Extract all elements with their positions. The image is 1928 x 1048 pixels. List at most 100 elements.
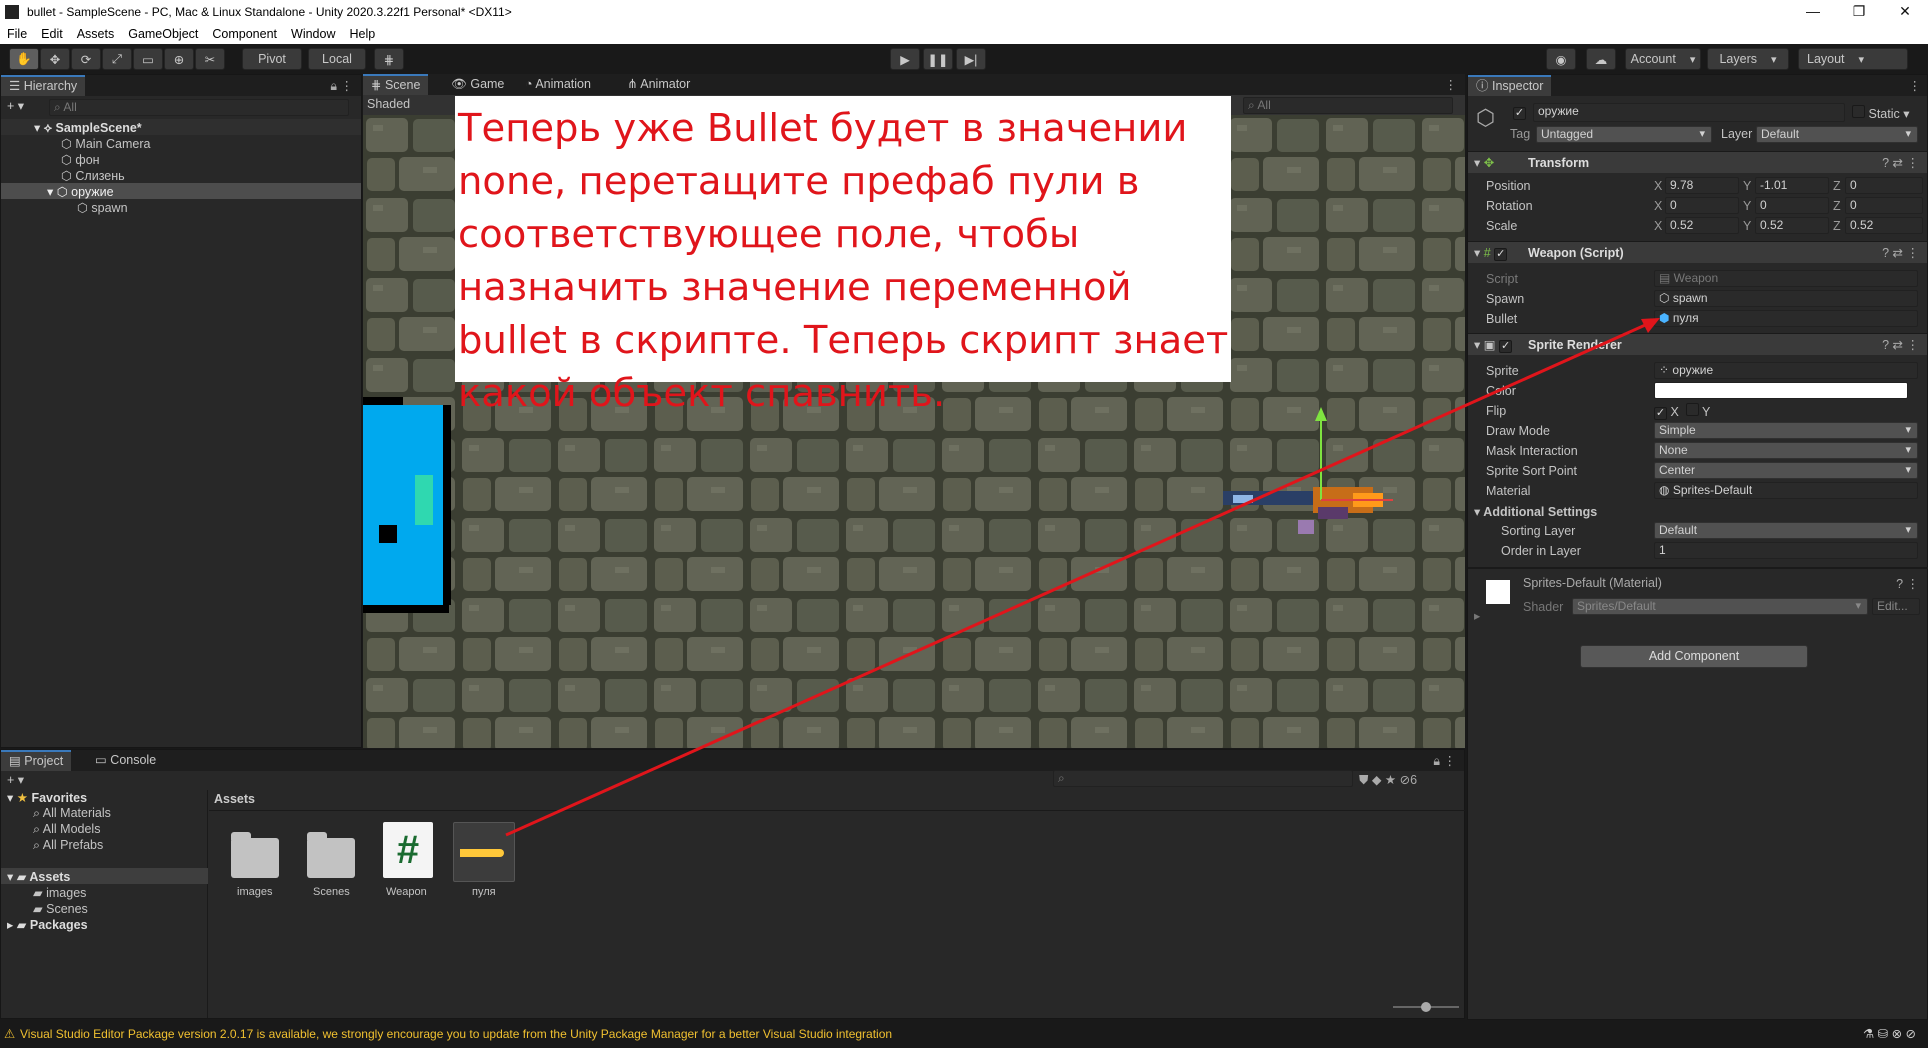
- menu-gameobject[interactable]: GameObject: [121, 27, 205, 41]
- project-create-button[interactable]: + ▾: [7, 772, 24, 787]
- grid-item-scenes[interactable]: Scenes: [313, 886, 350, 898]
- close-button[interactable]: ✕: [1882, 0, 1928, 24]
- menu-component[interactable]: Component: [205, 27, 284, 41]
- scene-search-input[interactable]: ⌕ All: [1243, 97, 1453, 114]
- grid-item-weapon[interactable]: Weapon: [386, 886, 427, 898]
- grid-item-images[interactable]: images: [237, 886, 272, 898]
- fav-all-prefabs[interactable]: ⌕ All Prefabs: [33, 838, 103, 853]
- hierarchy-item-main-camera[interactable]: ⬡ Main Camera: [61, 136, 150, 151]
- add-component-button[interactable]: Add Component: [1580, 645, 1808, 668]
- position-y[interactable]: -1.01: [1755, 177, 1829, 194]
- scale-tool-icon[interactable]: ⤢: [102, 48, 132, 70]
- shader-dropdown[interactable]: Sprites/Default: [1572, 598, 1868, 615]
- static-checkbox[interactable]: [1852, 105, 1865, 118]
- rotation-x[interactable]: 0: [1665, 197, 1739, 214]
- minimize-button[interactable]: —: [1790, 0, 1836, 24]
- color-swatch[interactable]: [1654, 382, 1908, 399]
- create-button[interactable]: + ▾: [7, 98, 24, 113]
- csharp-script-icon[interactable]: #: [383, 822, 433, 878]
- tab-scene[interactable]: ⋕ Scene: [363, 74, 429, 95]
- rect-tool-icon[interactable]: ▭: [133, 48, 163, 70]
- menu-window[interactable]: Window: [284, 27, 342, 41]
- cloud-icon[interactable]: ☁: [1586, 48, 1616, 70]
- hierarchy-search-input[interactable]: ⌕ All: [49, 99, 349, 116]
- maximize-button[interactable]: ❐: [1836, 0, 1882, 24]
- tab-inspector[interactable]: ⓘ Inspector: [1468, 75, 1552, 96]
- menu-assets[interactable]: Assets: [70, 27, 122, 41]
- sprite-renderer-header[interactable]: ▾ ▣ ✓ Sprite Renderer ? ⇄ ⋮: [1468, 333, 1927, 355]
- lock-icon[interactable]: 🔒︎ ⋮: [330, 78, 353, 94]
- move-tool-icon[interactable]: ✥: [40, 48, 70, 70]
- assets-folder[interactable]: ▾ ▰ Assets: [7, 869, 70, 884]
- hierarchy-item-weapon[interactable]: ▾ ⬡ оружие: [47, 184, 114, 199]
- rotation-z[interactable]: 0: [1845, 197, 1923, 214]
- material-menu-icon[interactable]: ? ⋮: [1896, 576, 1919, 591]
- pause-button[interactable]: ❚❚: [923, 48, 953, 70]
- transform-header[interactable]: ▾ ✥ Transform ? ⇄ ⋮: [1468, 151, 1927, 173]
- zoom-slider-handle[interactable]: [1421, 1002, 1431, 1012]
- bullet-object-field[interactable]: ⬢ пуля: [1654, 310, 1918, 327]
- favorites-foldout[interactable]: ▾ ★ Favorites: [7, 790, 87, 805]
- local-toggle[interactable]: Local: [308, 48, 366, 70]
- breadcrumb[interactable]: Assets: [214, 792, 255, 806]
- hand-tool-icon[interactable]: ✋: [9, 48, 39, 70]
- draw-mode-dropdown[interactable]: Simple: [1654, 422, 1918, 439]
- grid-snap-icon[interactable]: ⋕: [374, 48, 404, 70]
- hierarchy-item-spawn[interactable]: ⬡ spawn: [77, 200, 128, 215]
- shader-edit-button[interactable]: Edit...: [1872, 598, 1920, 615]
- tab-game[interactable]: 👁︎ Game: [443, 74, 512, 95]
- scale-y[interactable]: 0.52: [1755, 217, 1829, 234]
- rotate-tool-icon[interactable]: ⟳: [71, 48, 101, 70]
- weapon-script-header[interactable]: ▾ # ✓ Weapon (Script) ? ⇄ ⋮: [1468, 241, 1927, 263]
- step-button[interactable]: ▶|: [956, 48, 986, 70]
- menu-file[interactable]: File: [0, 27, 34, 41]
- additional-settings-foldout[interactable]: ▾ Additional Settings: [1474, 504, 1597, 519]
- component-menu-icon[interactable]: ? ⇄ ⋮: [1882, 245, 1919, 260]
- folder-scenes[interactable]: ▰ Scenes: [33, 901, 88, 916]
- mask-interaction-dropdown[interactable]: None: [1654, 442, 1918, 459]
- fav-all-materials[interactable]: ⌕ All Materials: [33, 806, 111, 821]
- spawn-object-field[interactable]: ⬡ spawn: [1654, 290, 1918, 307]
- shading-mode-dropdown[interactable]: Shaded: [367, 97, 410, 111]
- project-search-input[interactable]: ⌕: [1053, 770, 1353, 787]
- component-menu-icon[interactable]: ? ⇄ ⋮: [1882, 337, 1919, 352]
- rotation-y[interactable]: 0: [1755, 197, 1829, 214]
- play-button[interactable]: ▶: [890, 48, 920, 70]
- tab-animation[interactable]: ◔ Animation: [517, 74, 599, 95]
- tab-console[interactable]: ▭ Console: [87, 750, 164, 771]
- scene-root[interactable]: ▾ ⟡ SampleScene*: [34, 120, 142, 136]
- grid-item-bullet[interactable]: пуля: [472, 886, 496, 898]
- tab-project[interactable]: ▤ Project: [1, 750, 72, 771]
- transform-tool-icon[interactable]: ⊕: [164, 48, 194, 70]
- layout-dropdown[interactable]: Layout: [1798, 48, 1908, 70]
- collab-icon[interactable]: ◉: [1546, 48, 1576, 70]
- scale-z[interactable]: 0.52: [1845, 217, 1923, 234]
- folder-images[interactable]: ▰ images: [33, 885, 86, 900]
- scene-menu-icon[interactable]: ⋮: [1445, 77, 1458, 92]
- packages-folder[interactable]: ▸ ▰ Packages: [7, 917, 88, 932]
- layer-dropdown[interactable]: Default: [1756, 126, 1918, 143]
- inspector-lock-icon[interactable]: ⋮: [1909, 78, 1922, 93]
- tag-dropdown[interactable]: Untagged: [1536, 126, 1712, 143]
- menu-edit[interactable]: Edit: [34, 27, 70, 41]
- bullet-prefab-icon[interactable]: [453, 822, 515, 882]
- order-in-layer-input[interactable]: 1: [1654, 542, 1918, 559]
- status-icons[interactable]: ⚗ ⛁ ⊗ ⊘: [1863, 1026, 1916, 1041]
- sprite-field[interactable]: ⁘ оружие: [1654, 362, 1918, 379]
- tab-hierarchy[interactable]: ☰ Hierarchy: [1, 75, 86, 96]
- pivot-toggle[interactable]: Pivot: [242, 48, 302, 70]
- menu-help[interactable]: Help: [342, 27, 382, 41]
- active-checkbox[interactable]: ✓: [1513, 107, 1526, 120]
- folder-icon[interactable]: [231, 832, 279, 878]
- fav-all-models[interactable]: ⌕ All Models: [33, 822, 100, 837]
- scale-x[interactable]: 0.52: [1665, 217, 1739, 234]
- position-z[interactable]: 0: [1845, 177, 1923, 194]
- hierarchy-item-slime[interactable]: ⬡ Слизень: [61, 168, 125, 183]
- account-dropdown[interactable]: Account: [1625, 48, 1701, 70]
- position-x[interactable]: 9.78: [1665, 177, 1739, 194]
- hierarchy-item-fon[interactable]: ⬡ фон: [61, 152, 100, 167]
- project-filter-icons[interactable]: ⛊ ◆ ★ ⊘6: [1359, 772, 1417, 788]
- custom-tool-icon[interactable]: ✂: [195, 48, 225, 70]
- flip-x-checkbox[interactable]: ✓: [1654, 407, 1667, 420]
- sorting-layer-dropdown[interactable]: Default: [1654, 522, 1918, 539]
